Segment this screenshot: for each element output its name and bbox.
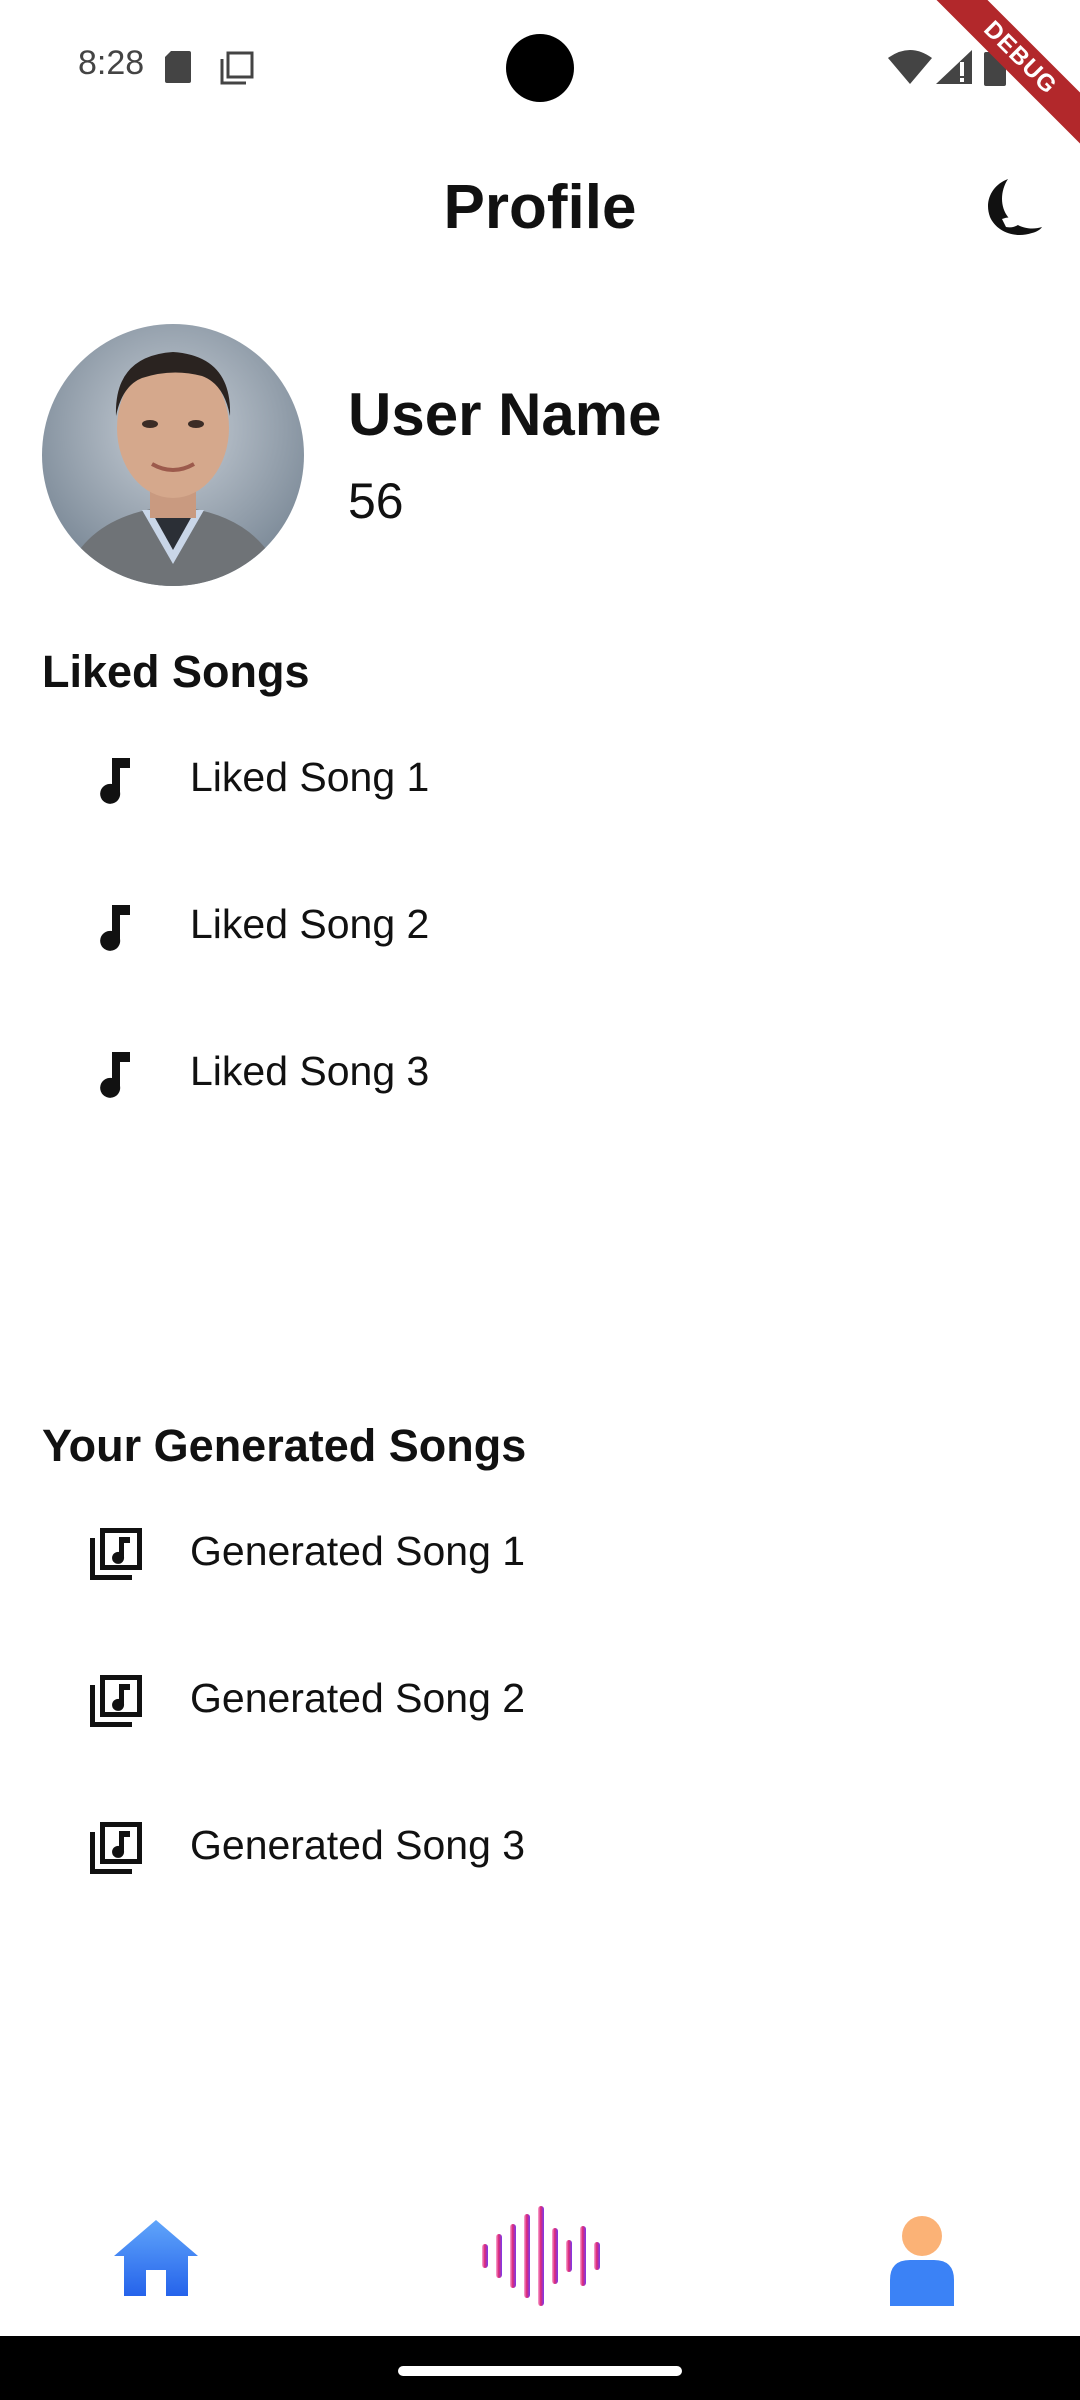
music-note-icon [100, 758, 130, 804]
moon-icon[interactable] [978, 175, 1044, 241]
status-time: 8:28 [78, 44, 145, 82]
generated-song-label: Generated Song 1 [190, 1528, 526, 1574]
liked-song-item[interactable]: Liked Song 2 [42, 867, 1038, 1007]
user-name: User Name [348, 381, 662, 448]
liked-songs-title: Liked Songs [42, 646, 310, 697]
screenshot-icon [220, 51, 254, 85]
liked-song-label: Liked Song 3 [190, 1048, 430, 1094]
debug-label: DEBUG [915, 0, 1080, 163]
home-gesture-handle[interactable] [398, 2366, 682, 2376]
generated-song-label: Generated Song 2 [190, 1675, 526, 1721]
music-note-icon [100, 1052, 130, 1098]
generated-song-item[interactable]: Generated Song 3 [42, 1788, 1038, 1928]
avatar-portrait [42, 324, 304, 586]
liked-song-item[interactable]: Liked Song 3 [42, 1014, 1038, 1154]
library-music-icon [90, 1528, 142, 1580]
liked-song-label: Liked Song 2 [190, 901, 430, 947]
person-icon[interactable] [886, 2214, 958, 2306]
debug-banner: DEBUG [910, 0, 1080, 170]
library-music-icon [90, 1822, 142, 1874]
page-title: Profile [443, 173, 637, 242]
generated-song-item[interactable]: Generated Song 1 [42, 1494, 1038, 1634]
home-icon[interactable] [112, 2218, 200, 2298]
liked-song-label: Liked Song 1 [190, 754, 430, 800]
camera-cutout [506, 34, 574, 102]
sd-card-icon [165, 51, 191, 83]
generated-song-item[interactable]: Generated Song 2 [42, 1641, 1038, 1781]
music-note-icon [100, 905, 130, 951]
library-music-icon [90, 1675, 142, 1727]
avatar[interactable] [42, 324, 304, 586]
soundwave-icon[interactable] [478, 2206, 602, 2306]
generated-song-label: Generated Song 3 [190, 1822, 526, 1868]
generated-songs-title: Your Generated Songs [42, 1420, 527, 1471]
liked-song-item[interactable]: Liked Song 1 [42, 720, 1038, 860]
user-count: 56 [348, 473, 404, 529]
